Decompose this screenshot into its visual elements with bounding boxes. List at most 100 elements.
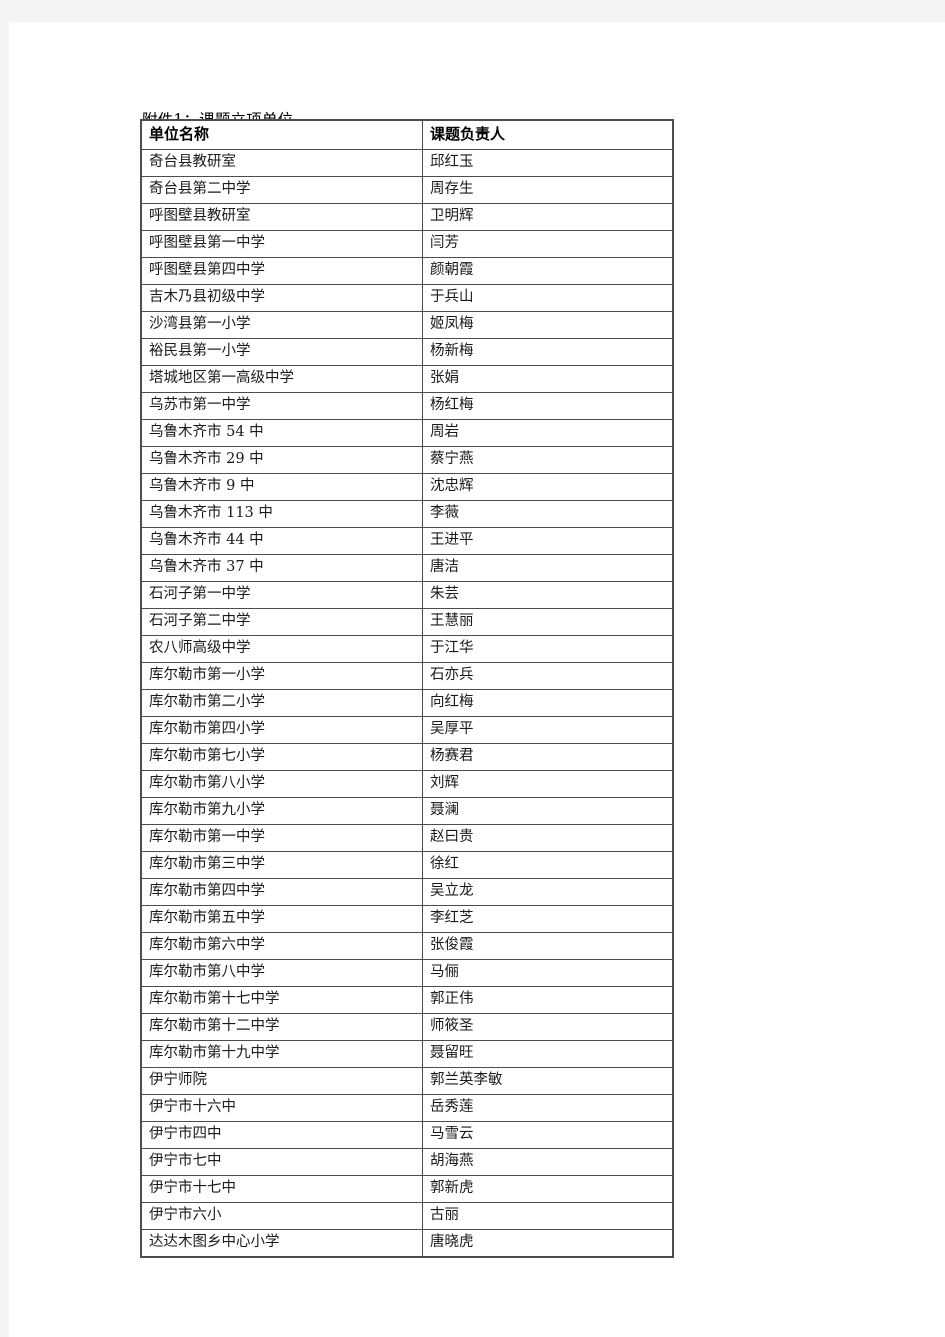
cell-unit-name: 伊宁市十七中 [141, 1175, 423, 1203]
cell-unit-name: 呼图壁县教研室 [141, 203, 423, 231]
table-row: 奇台县第二中学 周存生 [141, 176, 673, 204]
cell-project-leader: 郭兰英李敏 [422, 1067, 673, 1095]
table-row: 库尔勒市第八中学 马俪 [141, 959, 673, 987]
cell-project-leader: 张娟 [422, 365, 673, 393]
cell-project-leader: 闫芳 [422, 230, 673, 258]
cell-unit-name: 库尔勒市第五中学 [141, 905, 423, 933]
cell-project-leader: 吴立龙 [422, 878, 673, 906]
table-row: 库尔勒市第九小学 聂澜 [141, 797, 673, 825]
cell-project-leader: 周存生 [422, 176, 673, 204]
cell-unit-name: 库尔勒市第一小学 [141, 662, 423, 690]
cell-project-leader: 王进平 [422, 527, 673, 555]
table-row: 库尔勒市第十二中学 师筱圣 [141, 1013, 673, 1041]
table-row: 乌鲁木齐市 44 中王进平 [141, 527, 673, 555]
cell-unit-name: 乌鲁木齐市 37 中 [141, 554, 423, 582]
cell-unit-name: 乌鲁木齐市 44 中 [141, 527, 423, 555]
table-row: 库尔勒市第五中学 李红芝 [141, 905, 673, 933]
cell-project-leader: 郭正伟 [422, 986, 673, 1014]
table-row: 呼图壁县第一中学 闫芳 [141, 230, 673, 258]
cell-project-leader: 马雪云 [422, 1121, 673, 1149]
cell-unit-name: 伊宁市十六中 [141, 1094, 423, 1122]
cell-unit-name: 伊宁市六小 [141, 1202, 423, 1230]
cell-unit-name: 石河子第二中学 [141, 608, 423, 636]
table-row: 农八师高级中学 于江华 [141, 635, 673, 663]
cell-project-leader: 邱红玉 [422, 149, 673, 177]
table-row: 库尔勒市第三中学 徐红 [141, 851, 673, 879]
cell-unit-name: 库尔勒市第六中学 [141, 932, 423, 960]
cell-project-leader: 向红梅 [422, 689, 673, 717]
cell-unit-name: 沙湾县第一小学 [141, 311, 423, 339]
cell-unit-name: 裕民县第一小学 [141, 338, 423, 366]
cell-project-leader: 聂澜 [422, 797, 673, 825]
column-header-project-leader: 课题负责人 [422, 120, 673, 150]
table-row: 吉木乃县初级中学 于兵山 [141, 284, 673, 312]
table-row: 达达木图乡中心小学 唐晓虎 [141, 1229, 673, 1257]
cell-unit-name: 乌苏市第一中学 [141, 392, 423, 420]
table-row: 库尔勒市第六中学 张俊霞 [141, 932, 673, 960]
cell-unit-name: 库尔勒市第四中学 [141, 878, 423, 906]
cell-unit-name: 库尔勒市第八中学 [141, 959, 423, 987]
cell-project-leader: 马俪 [422, 959, 673, 987]
cell-unit-name: 库尔勒市第七小学 [141, 743, 423, 771]
table-row: 石河子第一中学 朱芸 [141, 581, 673, 609]
table-row: 呼图壁县教研室 卫明辉 [141, 203, 673, 231]
cell-unit-name: 呼图壁县第四中学 [141, 257, 423, 285]
cell-unit-name: 伊宁市七中 [141, 1148, 423, 1176]
cell-project-leader: 张俊霞 [422, 932, 673, 960]
cell-project-leader: 师筱圣 [422, 1013, 673, 1041]
table-header-row: 单位名称 课题负责人 [141, 120, 673, 150]
cell-project-leader: 聂留旺 [422, 1040, 673, 1068]
cell-unit-name: 库尔勒市第二小学 [141, 689, 423, 717]
cell-unit-name: 库尔勒市第四小学 [141, 716, 423, 744]
cell-unit-name: 伊宁师院 [141, 1067, 423, 1095]
table-row: 库尔勒市第八小学 刘辉 [141, 770, 673, 798]
cell-project-leader: 古丽 [422, 1202, 673, 1230]
cell-project-leader: 唐洁 [422, 554, 673, 582]
table-row: 库尔勒市第四中学 吴立龙 [141, 878, 673, 906]
cell-project-leader: 于兵山 [422, 284, 673, 312]
cell-project-leader: 岳秀莲 [422, 1094, 673, 1122]
table-row: 库尔勒市第四小学 吴厚平 [141, 716, 673, 744]
table-row: 伊宁市七中 胡海燕 [141, 1148, 673, 1176]
table-row: 伊宁市十六中 岳秀莲 [141, 1094, 673, 1122]
cell-project-leader: 姬凤梅 [422, 311, 673, 339]
cell-unit-name: 库尔勒市第九小学 [141, 797, 423, 825]
cell-unit-name: 库尔勒市第十九中学 [141, 1040, 423, 1068]
table-body: 奇台县教研室 邱红玉 奇台县第二中学 周存生 呼图壁县教研室 卫明辉 呼图壁县第一中学 闫芳呼… [141, 149, 673, 1257]
table-row: 库尔勒市第二小学 向红梅 [141, 689, 673, 717]
cell-project-leader: 杨新梅 [422, 338, 673, 366]
cell-project-leader: 石亦兵 [422, 662, 673, 690]
cell-project-leader: 于江华 [422, 635, 673, 663]
table-row: 沙湾县第一小学 姬凤梅 [141, 311, 673, 339]
table-row: 乌鲁木齐市 9 中沈忠辉 [141, 473, 673, 501]
cell-project-leader: 徐红 [422, 851, 673, 879]
cell-project-leader: 王慧丽 [422, 608, 673, 636]
table-row: 石河子第二中学 王慧丽 [141, 608, 673, 636]
cell-project-leader: 周岩 [422, 419, 673, 447]
cell-project-leader: 杨红梅 [422, 392, 673, 420]
cell-unit-name: 乌鲁木齐市 113 中 [141, 500, 423, 528]
table-row: 乌苏市第一中学 杨红梅 [141, 392, 673, 420]
cell-unit-name: 库尔勒市第三中学 [141, 851, 423, 879]
cell-project-leader: 郭新虎 [422, 1175, 673, 1203]
table-row: 伊宁市六小 古丽 [141, 1202, 673, 1230]
table-row: 伊宁师院 郭兰英李敏 [141, 1067, 673, 1095]
cell-project-leader: 颜朝霞 [422, 257, 673, 285]
table-row: 乌鲁木齐市 37 中唐洁 [141, 554, 673, 582]
table-row: 乌鲁木齐市 29 中蔡宁燕 [141, 446, 673, 474]
table-row: 库尔勒市第七小学 杨赛君 [141, 743, 673, 771]
table-row: 塔城地区第一高级中学 张娟 [141, 365, 673, 393]
cell-project-leader: 朱芸 [422, 581, 673, 609]
project-units-table: 单位名称 课题负责人 奇台县教研室 邱红玉 奇台县第二中学 周存生 呼图壁县教研室 卫明辉… [140, 119, 674, 1258]
table-row: 伊宁市四中 马雪云 [141, 1121, 673, 1149]
table-row: 伊宁市十七中 郭新虎 [141, 1175, 673, 1203]
cell-project-leader: 吴厚平 [422, 716, 673, 744]
table-row: 奇台县教研室 邱红玉 [141, 149, 673, 177]
cell-unit-name: 吉木乃县初级中学 [141, 284, 423, 312]
cell-unit-name: 奇台县教研室 [141, 149, 423, 177]
cell-unit-name: 呼图壁县第一中学 [141, 230, 423, 258]
cell-unit-name: 乌鲁木齐市 9 中 [141, 473, 423, 501]
table-row: 乌鲁木齐市 54 中周岩 [141, 419, 673, 447]
table-row: 库尔勒市第十九中学 聂留旺 [141, 1040, 673, 1068]
cell-project-leader: 李红芝 [422, 905, 673, 933]
